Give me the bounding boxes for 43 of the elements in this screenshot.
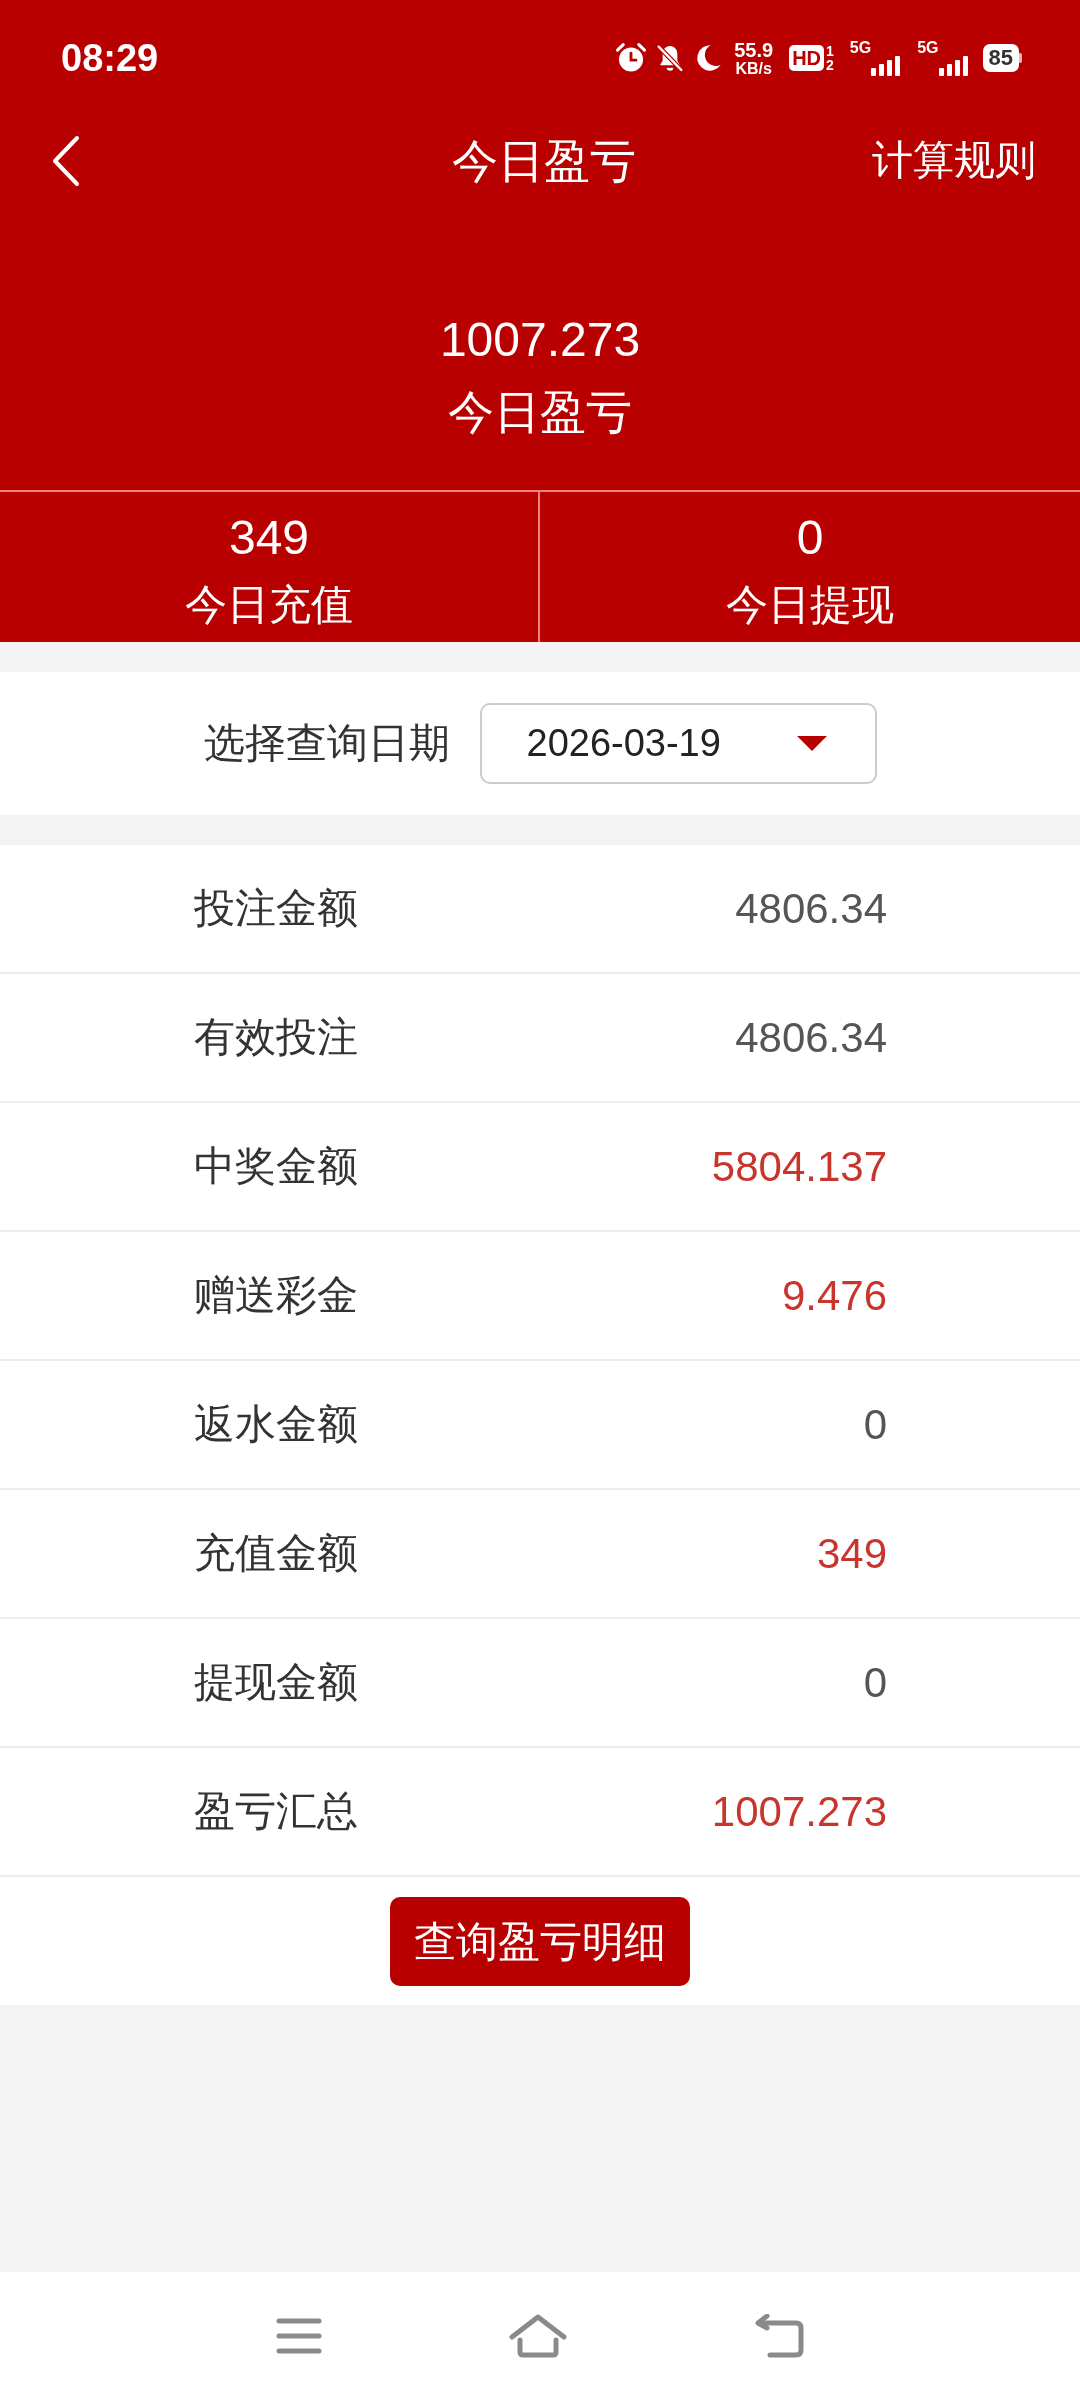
row-value: 9.476 (781, 1271, 887, 1321)
signal-bars-icon (871, 56, 902, 76)
date-select[interactable]: 2026-03-19 (479, 703, 877, 784)
row-value: 0 (863, 1658, 887, 1708)
status-time: 08:29 (61, 35, 159, 81)
back-icon[interactable] (754, 2314, 804, 2358)
query-details-button[interactable]: 查询盈亏明细 (390, 1896, 690, 1986)
battery-level: 85 (982, 44, 1022, 72)
hd-badge: HD (789, 45, 825, 71)
network-speed: 55.9 (734, 39, 774, 60)
stat-value: 0 (796, 510, 824, 566)
stat-label: 今日充值 (185, 580, 353, 630)
page-title: 今日盈亏 (452, 133, 636, 189)
summary-label: 今日盈亏 (448, 385, 632, 439)
row-label: 充值金额 (194, 1528, 358, 1578)
row-value: 0 (863, 1400, 887, 1450)
menu-icon[interactable] (276, 2318, 322, 2354)
row-value: 4806.34 (735, 1013, 887, 1063)
row-label: 投注金额 (194, 883, 358, 933)
row-label: 返水金额 (194, 1399, 358, 1449)
row-label: 提现金额 (194, 1657, 358, 1707)
sim-slot-number: 2 (826, 58, 834, 72)
row-label: 有效投注 (194, 1012, 358, 1062)
calculation-rules-link[interactable]: 计算规则 (872, 130, 1036, 192)
row-value: 1007.273 (711, 1787, 887, 1837)
back-chevron-icon[interactable] (52, 135, 80, 187)
row-label: 盈亏汇总 (194, 1786, 358, 1836)
row-label: 中奖金额 (194, 1141, 358, 1191)
stat-label: 今日提现 (726, 580, 894, 630)
row-label: 赠送彩金 (194, 1270, 358, 1320)
date-filter-label: 选择查询日期 (203, 718, 450, 768)
network-type: 5G (917, 40, 939, 56)
signal-bars-icon (938, 56, 969, 76)
summary-value: 1007.273 (439, 312, 641, 368)
sim-slot-number: 1 (826, 44, 834, 58)
network-type: 5G (849, 40, 872, 56)
home-icon[interactable] (509, 2314, 567, 2358)
row-value: 4806.34 (735, 884, 887, 934)
stat-value: 349 (228, 510, 310, 566)
row-value: 5804.137 (711, 1142, 887, 1192)
row-value: 349 (816, 1529, 887, 1579)
network-speed-unit: KB/s (735, 59, 772, 77)
caret-down-icon (796, 736, 827, 751)
